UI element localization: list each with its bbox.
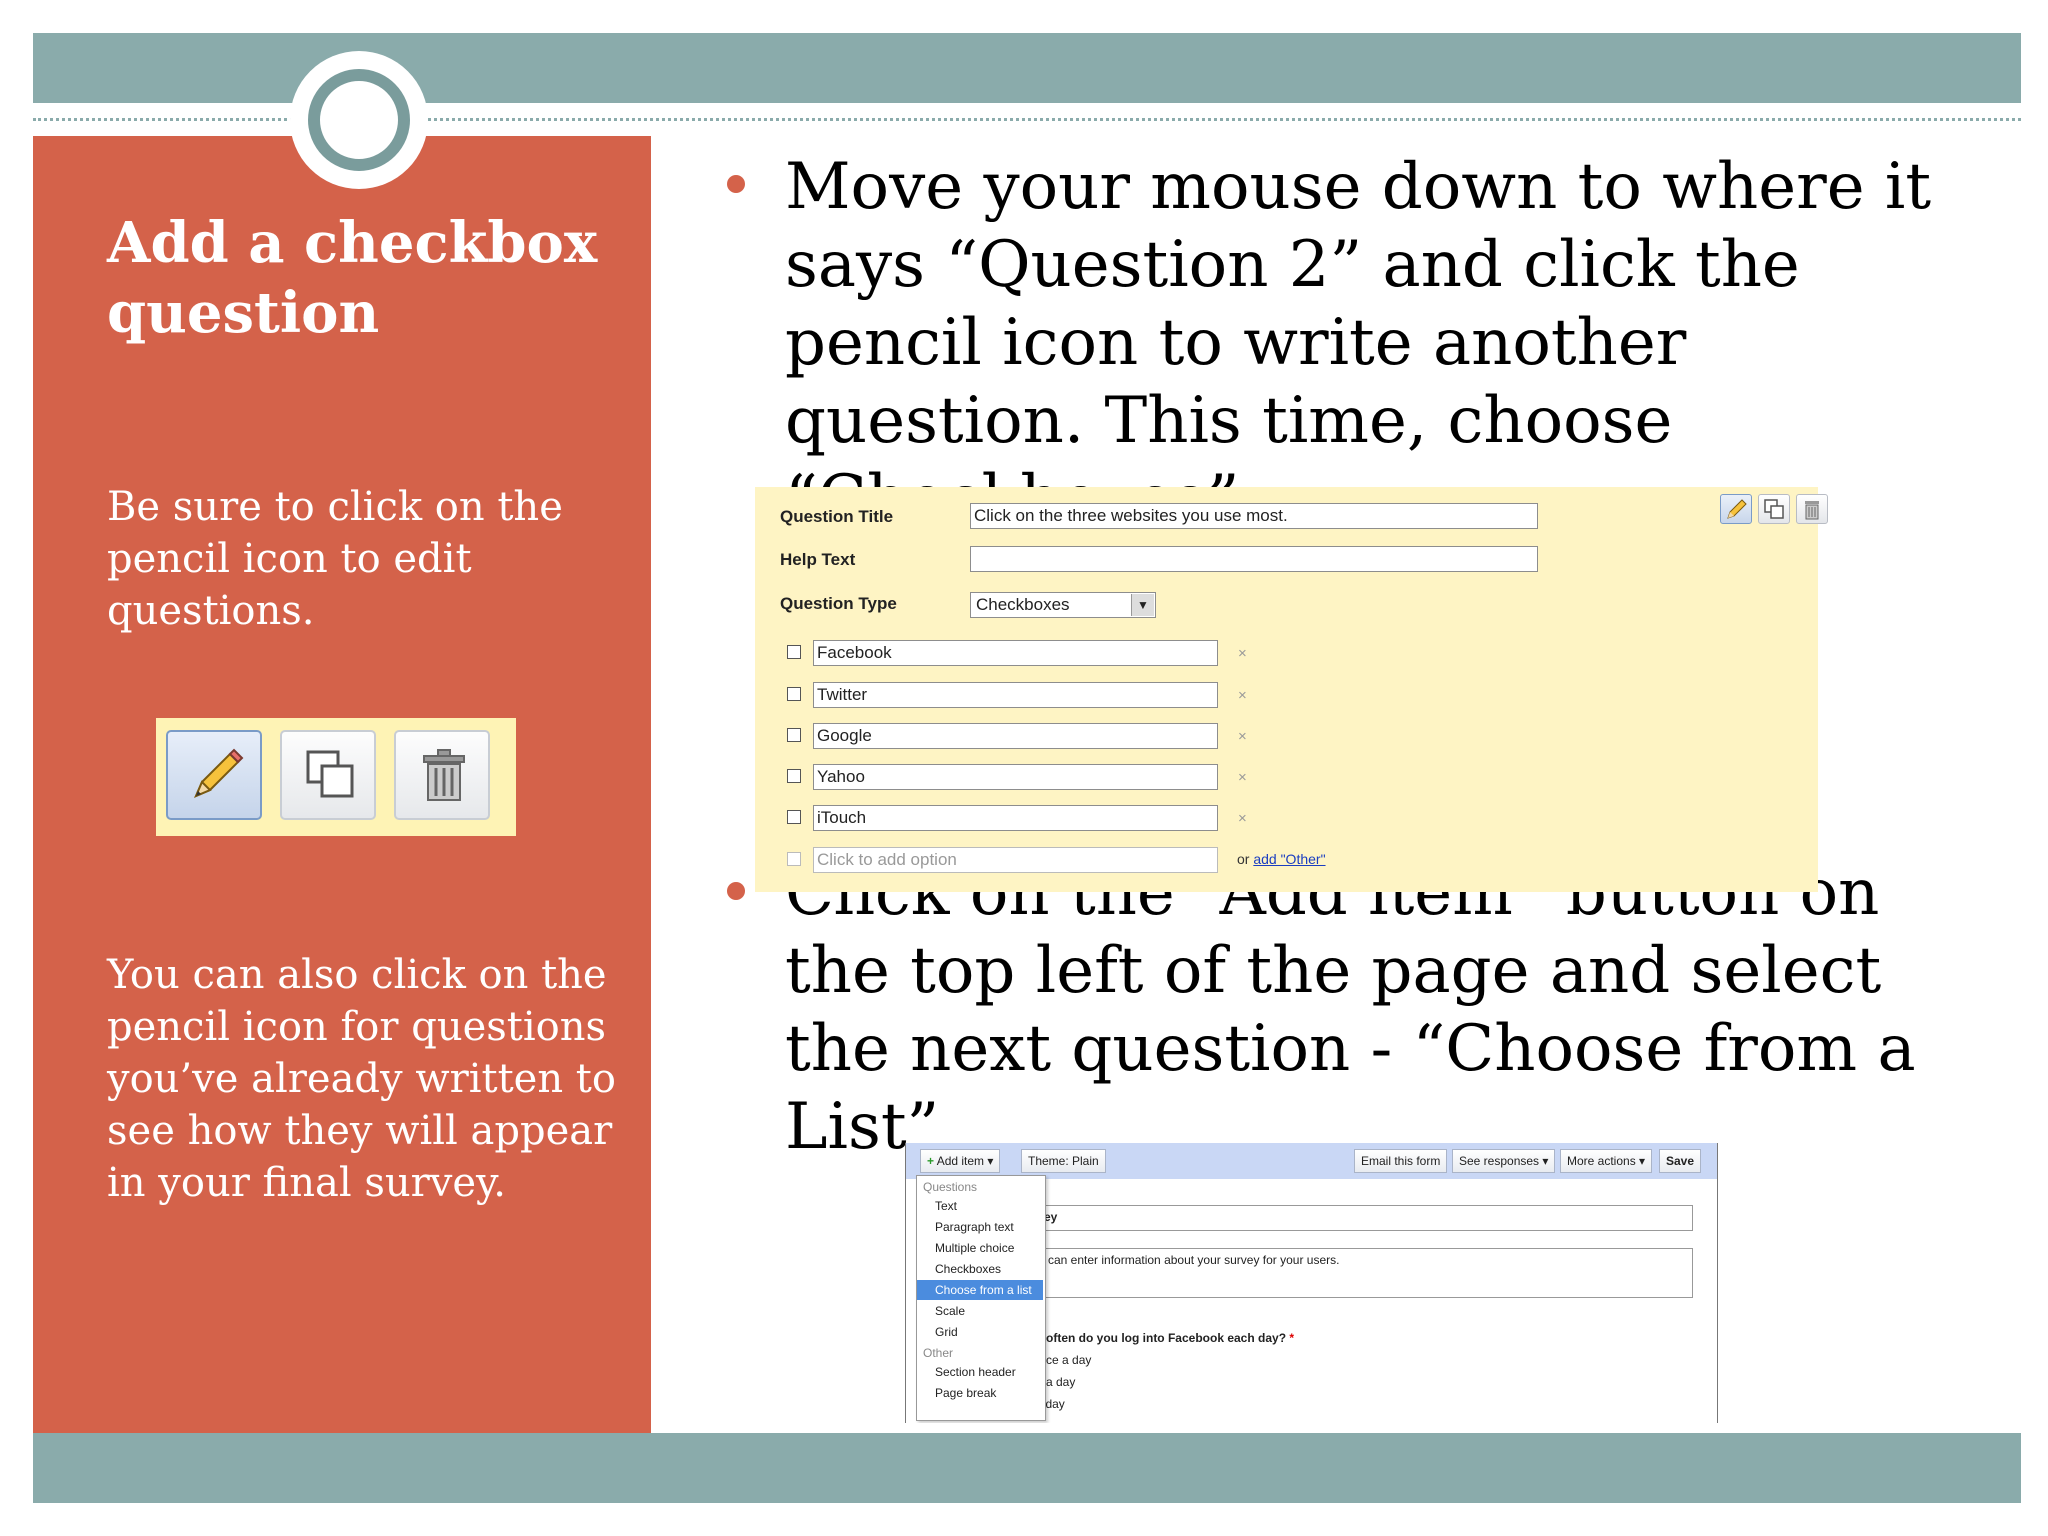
or-text: or xyxy=(1237,851,1250,867)
bullet-text-2: Click on the “Add item” button on the to… xyxy=(785,856,1916,1164)
menu-item-checkboxes[interactable]: Checkboxes xyxy=(917,1259,1043,1279)
option-checkbox[interactable] xyxy=(787,687,801,701)
option-input-5[interactable]: iTouch xyxy=(813,805,1218,831)
toolbar-icons-enlarged xyxy=(156,718,516,836)
plus-icon: + xyxy=(927,1154,935,1168)
option-checkbox[interactable] xyxy=(787,645,801,659)
question-type-select[interactable]: Checkboxes ▼ xyxy=(970,592,1156,618)
menu-item-scale[interactable]: Scale xyxy=(917,1301,1043,1321)
option-input-2[interactable]: Twitter xyxy=(813,682,1218,708)
decorative-ring xyxy=(308,69,410,171)
slide-title: Add a checkbox question xyxy=(107,210,598,346)
email-form-button[interactable]: Email this form xyxy=(1354,1149,1448,1173)
remove-option-icon[interactable]: × xyxy=(1238,810,1247,827)
add-other-link[interactable]: add "Other" xyxy=(1253,851,1325,867)
question-editor-panel: Question Title Click on the three websit… xyxy=(755,487,1828,892)
question-type-value: Checkboxes xyxy=(976,595,1070,614)
bottom-band xyxy=(33,1433,2021,1503)
pencil-icon[interactable] xyxy=(1720,494,1752,524)
option-input-1[interactable]: Facebook xyxy=(813,640,1218,666)
trash-icon[interactable] xyxy=(1796,494,1828,524)
pencil-icon xyxy=(166,730,262,820)
bullet-dot xyxy=(727,175,745,193)
add-other-row: or add "Other" xyxy=(1237,851,1326,867)
remove-option-icon[interactable]: × xyxy=(1238,769,1247,786)
form-title-fragment: ey xyxy=(1044,1210,1058,1224)
form-description-fragment: can enter information about your survey … xyxy=(1048,1253,1340,1267)
question-preview-title: often do you log into Facebook each day?… xyxy=(1046,1331,1294,1345)
bullet-text-1: Move your mouse down to where it says “Q… xyxy=(785,150,1932,536)
help-text-input[interactable] xyxy=(970,546,1538,572)
option-checkbox[interactable] xyxy=(787,810,801,824)
menu-item-multiple-choice[interactable]: Multiple choice xyxy=(917,1238,1043,1258)
add-option-input[interactable]: Click to add option xyxy=(813,847,1218,873)
left-panel-note: Be sure to click on the pencil icon to e… xyxy=(107,484,563,634)
option-checkbox[interactable] xyxy=(787,769,801,783)
choice-preview: a day xyxy=(1046,1375,1076,1389)
bullet-dot xyxy=(727,882,745,900)
more-actions-button[interactable]: More actions ▾ xyxy=(1560,1149,1653,1173)
choice-preview: ce a day xyxy=(1046,1353,1092,1367)
menu-item-page-break[interactable]: Page break xyxy=(917,1383,1043,1403)
duplicate-icon[interactable] xyxy=(1758,494,1790,524)
save-button[interactable]: Save xyxy=(1659,1149,1702,1173)
menu-item-paragraph-text[interactable]: Paragraph text xyxy=(917,1217,1043,1237)
required-mark: * xyxy=(1289,1331,1295,1345)
see-responses-label: See responses xyxy=(1459,1154,1540,1168)
add-item-menu: Questions Text Paragraph text Multiple c… xyxy=(916,1175,1046,1421)
remove-option-icon[interactable]: × xyxy=(1238,645,1247,662)
question-title-input[interactable]: Click on the three websites you use most… xyxy=(970,503,1538,529)
form-editor-screenshot: + Add item ▾ Theme: Plain Email this for… xyxy=(905,1143,1718,1423)
help-text-label: Help Text xyxy=(780,550,856,569)
menu-category-questions: Questions xyxy=(923,1180,978,1194)
form-toolbar: + Add item ▾ Theme: Plain Email this for… xyxy=(906,1143,1717,1179)
left-panel-tip: You can also click on the pencil icon fo… xyxy=(107,952,616,1206)
menu-item-choose-from-list[interactable]: Choose from a list xyxy=(917,1280,1043,1300)
theme-button[interactable]: Theme: Plain xyxy=(1021,1149,1106,1173)
question-title-label: Question Title xyxy=(780,507,894,526)
menu-category-other: Other xyxy=(923,1346,954,1360)
option-input-3[interactable]: Google xyxy=(813,723,1218,749)
remove-option-icon[interactable]: × xyxy=(1238,728,1247,745)
left-panel: Add a checkbox question Be sure to click… xyxy=(33,136,651,1433)
menu-item-section-header[interactable]: Section header xyxy=(917,1362,1043,1382)
duplicate-icon xyxy=(280,730,376,820)
add-item-label: Add item xyxy=(936,1154,985,1168)
option-checkbox[interactable] xyxy=(787,728,801,742)
question-preview-text: often do you log into Facebook each day? xyxy=(1046,1331,1287,1345)
question-type-label: Question Type xyxy=(780,594,897,613)
form-title-input[interactable]: ey xyxy=(1041,1205,1693,1231)
trash-icon xyxy=(394,730,490,820)
add-item-button[interactable]: + Add item ▾ xyxy=(920,1149,1001,1173)
chevron-down-icon[interactable]: ▼ xyxy=(1131,594,1154,616)
form-description-input[interactable]: can enter information about your survey … xyxy=(1041,1248,1693,1298)
option-checkbox-placeholder xyxy=(787,852,801,866)
menu-item-text[interactable]: Text xyxy=(917,1196,1043,1216)
option-input-4[interactable]: Yahoo xyxy=(813,764,1218,790)
menu-item-grid[interactable]: Grid xyxy=(917,1322,1043,1342)
more-actions-label: More actions xyxy=(1567,1154,1636,1168)
see-responses-button[interactable]: See responses ▾ xyxy=(1452,1149,1556,1173)
remove-option-icon[interactable]: × xyxy=(1238,687,1247,704)
